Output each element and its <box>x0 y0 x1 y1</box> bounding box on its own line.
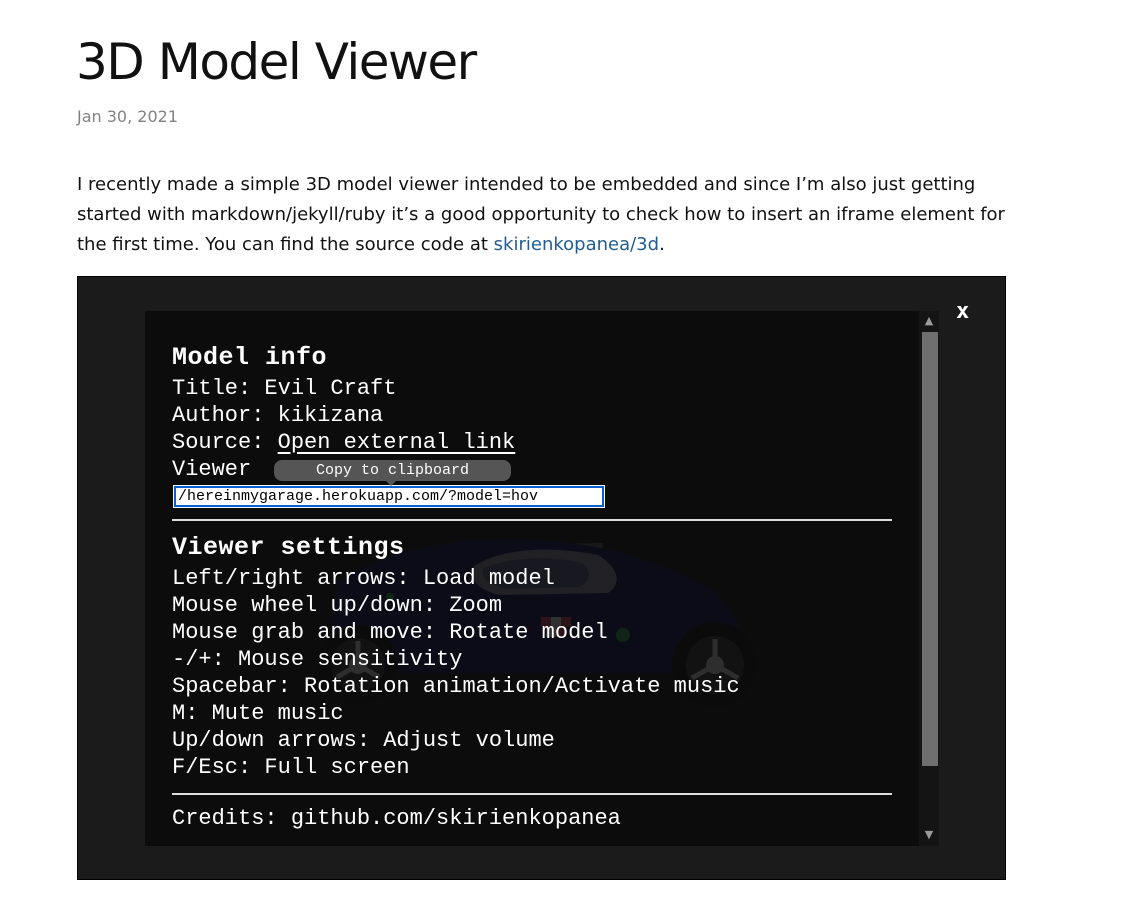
model-author-label: Author: <box>172 403 278 428</box>
body-line-text: started with markdown/jekyll/ruby it’s a… <box>77 204 1005 225</box>
body-line: I recently made a simple 3D model viewer… <box>77 174 976 195</box>
viewer-label: Viewer <box>172 457 252 482</box>
model-author-row: Author: kikizana <box>172 402 912 429</box>
info-panel-content: Model info Title: Evil Craft Author: kik… <box>172 341 912 832</box>
copy-to-clipboard-tooltip: Copy to clipboard <box>274 460 511 486</box>
setting-item: Left/right arrows: Load model <box>172 566 555 591</box>
info-panel: Model info Title: Evil Craft Author: kik… <box>145 311 939 846</box>
credits-text: Credits: github.com/skirienkopanea <box>172 806 621 831</box>
body-line: started with markdown/jekyll/ruby it’s a… <box>77 200 1005 230</box>
model-source-label: Source: <box>172 430 278 455</box>
body-line-text: . <box>659 234 665 255</box>
setting-item: F/Esc: Full screen <box>172 755 410 780</box>
close-button[interactable]: x <box>956 299 969 324</box>
panel-scrollbar[interactable]: ▲ ▼ <box>919 311 939 846</box>
divider <box>172 793 892 795</box>
viewer-settings-heading: Viewer settings <box>172 533 405 562</box>
model-info-heading: Model info <box>172 343 328 372</box>
model-author-value: kikizana <box>277 403 384 428</box>
model-source-row: Source: Open external link <box>172 429 912 456</box>
model-title-row: Title: Evil Craft <box>172 375 912 402</box>
scrollbar-thumb[interactable] <box>922 332 938 766</box>
setting-item: Spacebar: Rotation animation/Activate mu… <box>172 674 740 699</box>
viewer-url-input[interactable] <box>173 485 605 508</box>
post-date: Jan 30, 2021 <box>77 107 178 126</box>
open-external-link[interactable]: Open external link <box>278 430 516 455</box>
scroll-down-icon[interactable]: ▼ <box>919 827 939 843</box>
setting-item: M: Mute music <box>172 701 344 726</box>
model-title-label: Title: <box>172 376 265 401</box>
setting-item: Mouse grab and move: Rotate model <box>172 620 608 645</box>
setting-item: Mouse wheel up/down: Zoom <box>172 593 503 618</box>
viewer-url-row: Viewer Copy to clipboard <box>172 456 912 486</box>
model-title-value: Evil Craft <box>264 376 397 401</box>
model-viewer-iframe[interactable]: x Model info Title: Evil Craft Author: k… <box>77 276 1006 880</box>
setting-item: Up/down arrows: Adjust volume <box>172 728 555 753</box>
divider <box>172 519 892 521</box>
post-body: I recently made a simple 3D model viewer… <box>77 170 1005 260</box>
setting-item: -/+: Mouse sensitivity <box>172 647 463 672</box>
scroll-up-icon[interactable]: ▲ <box>919 313 939 329</box>
body-line-text: the first time. You can find the source … <box>77 234 494 255</box>
post-title: 3D Model Viewer <box>76 33 477 91</box>
body-line: the first time. You can find the source … <box>77 230 997 260</box>
source-code-link[interactable]: skirienkopanea/3d <box>494 234 659 255</box>
